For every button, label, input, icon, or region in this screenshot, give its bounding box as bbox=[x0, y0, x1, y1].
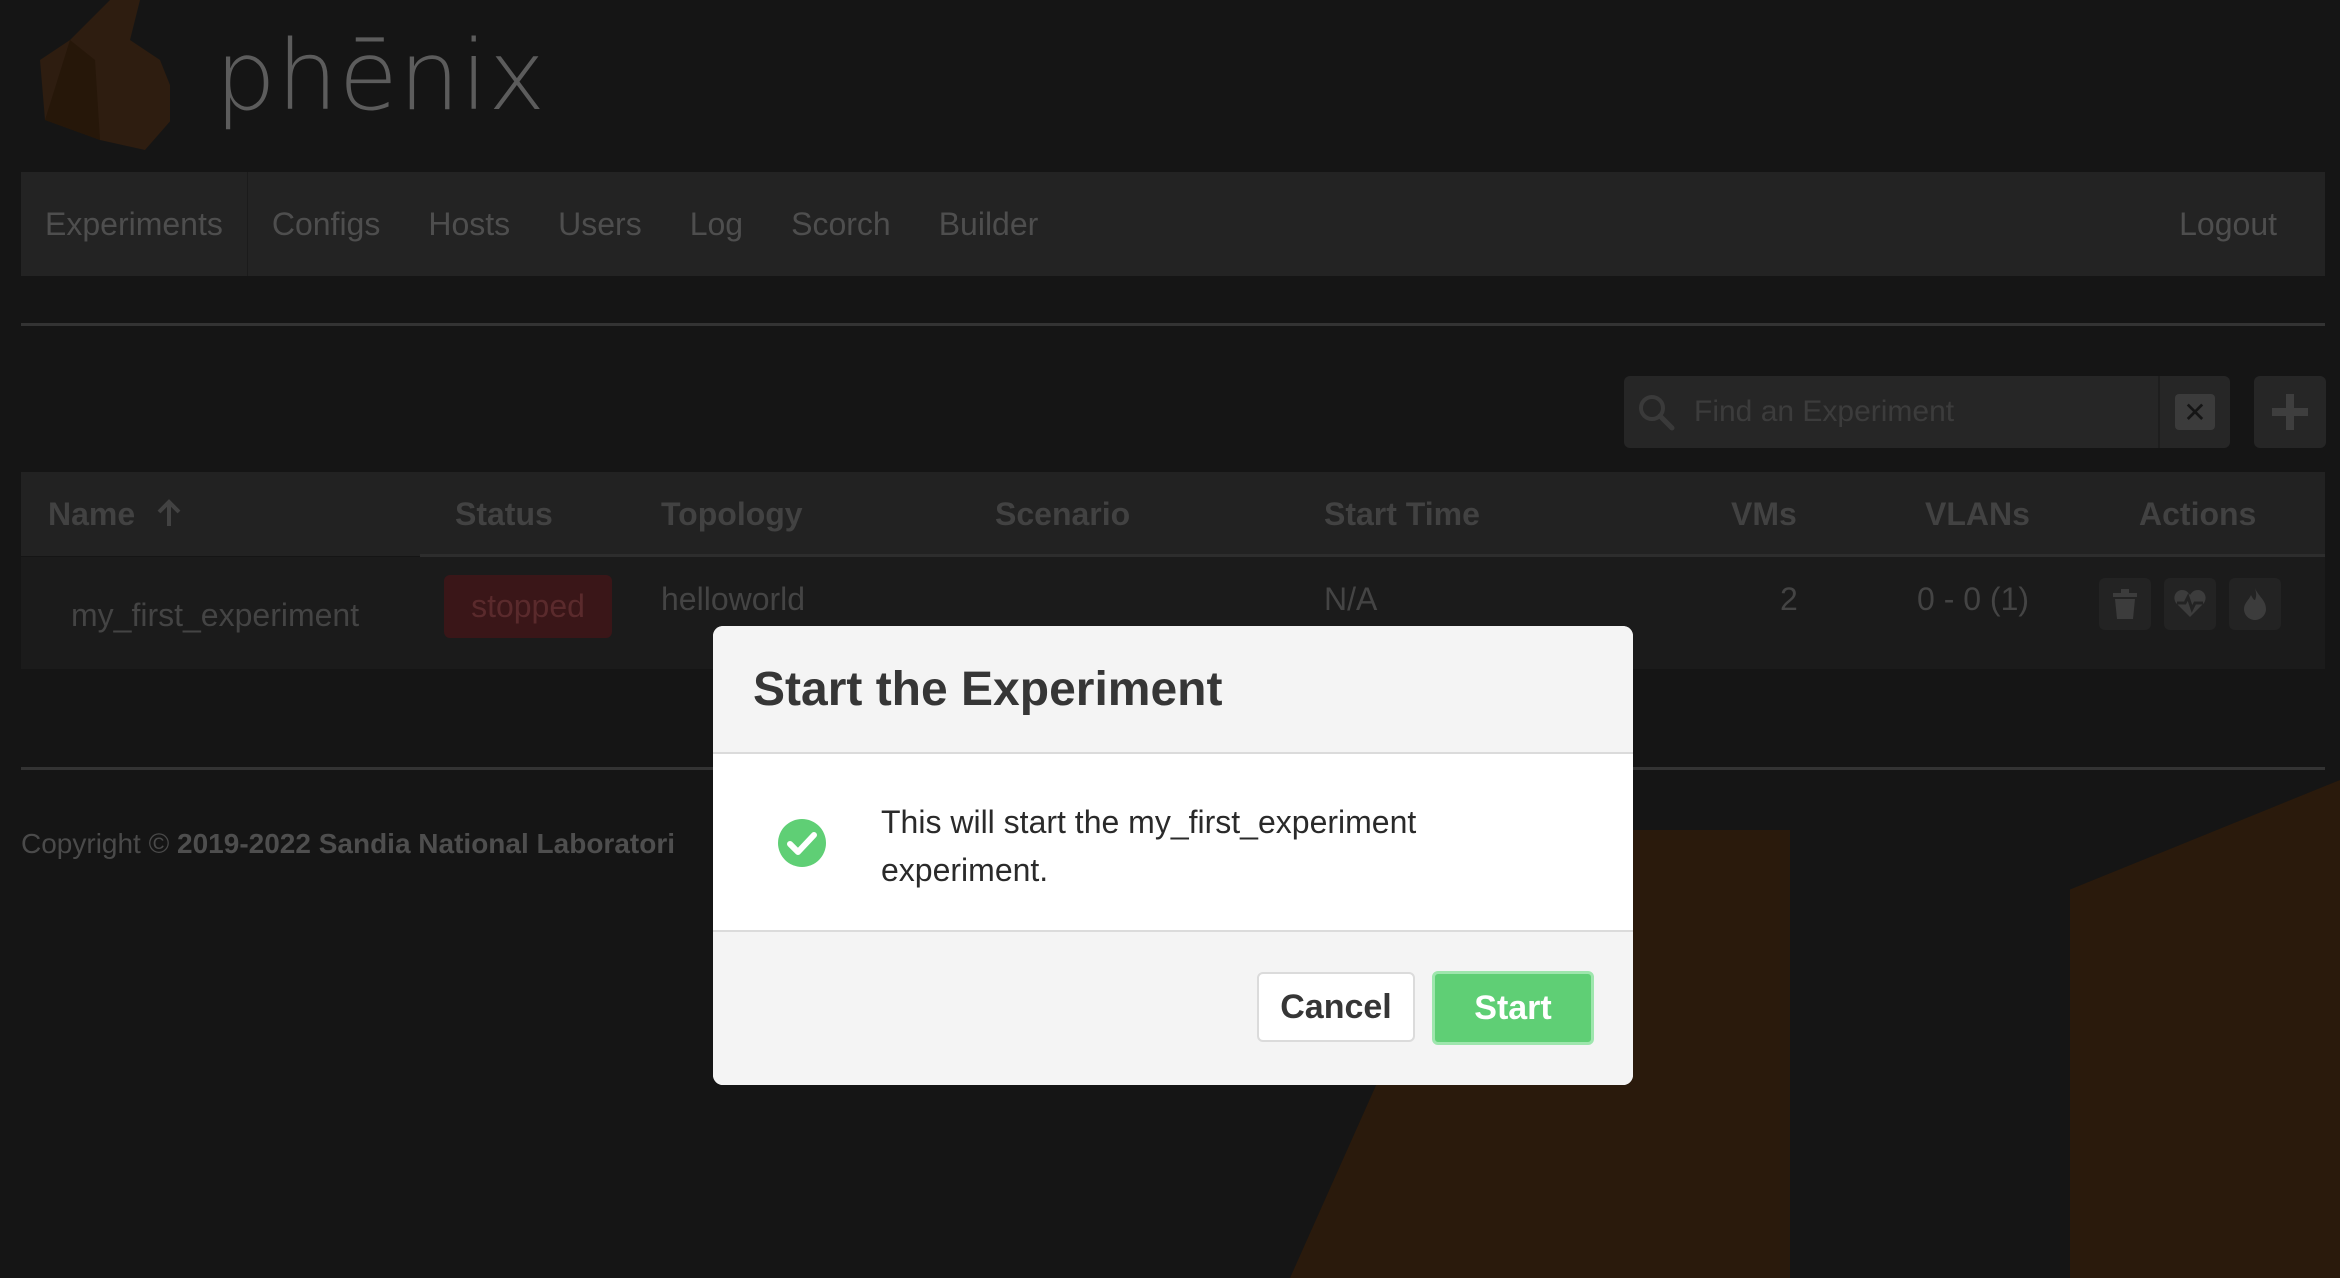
modal-message: This will start the my_first_experiment … bbox=[881, 798, 1561, 894]
burn-button[interactable] bbox=[2229, 578, 2281, 630]
cell-vms: 2 bbox=[1780, 581, 1798, 617]
page-root: phēnix Experiments Configs Hosts Users L… bbox=[0, 0, 2340, 1278]
sort-arrow-up-icon bbox=[157, 499, 181, 526]
cell-name[interactable]: my_first_experiment bbox=[71, 597, 359, 634]
app-logo-text: phēnix bbox=[215, 20, 547, 132]
modal-title: Start the Experiment bbox=[753, 662, 1223, 716]
nav-item-scorch[interactable]: Scorch bbox=[767, 172, 915, 276]
heartbeat-icon bbox=[2174, 590, 2206, 617]
start-experiment-modal: Start the Experiment This will start the… bbox=[713, 626, 1633, 1085]
column-header-vlans[interactable]: VLANs bbox=[1925, 472, 2030, 556]
trash-icon bbox=[2113, 589, 2137, 619]
column-header-vms[interactable]: VMs bbox=[1731, 472, 1797, 556]
cancel-button[interactable]: Cancel bbox=[1257, 972, 1415, 1042]
column-header-actions: Actions bbox=[2139, 496, 2257, 532]
logout-link[interactable]: Logout bbox=[2155, 172, 2325, 276]
column-header-topology[interactable]: Topology bbox=[661, 472, 803, 556]
nav-item-experiments[interactable]: Experiments bbox=[21, 172, 248, 276]
modal-footer: Cancel Start bbox=[713, 932, 1633, 1085]
nav-item-users[interactable]: Users bbox=[534, 172, 666, 276]
column-header-start-time[interactable]: Start Time bbox=[1324, 472, 1480, 556]
nav-item-hosts[interactable]: Hosts bbox=[404, 172, 534, 276]
copyright-text: Copyright © bbox=[21, 828, 170, 859]
start-button[interactable]: Start bbox=[1432, 971, 1594, 1045]
delete-button[interactable] bbox=[2099, 578, 2151, 630]
nav-item-builder[interactable]: Builder bbox=[915, 172, 1063, 276]
clear-search-button[interactable]: ✕ bbox=[2158, 376, 2230, 448]
search-box: Find an Experiment ✕ bbox=[1624, 376, 2230, 448]
cell-topology: helloworld bbox=[661, 581, 806, 617]
phenix-logo-icon bbox=[40, 0, 170, 150]
column-header-label: Name bbox=[48, 496, 136, 532]
nav-item-log[interactable]: Log bbox=[666, 172, 767, 276]
modal-header: Start the Experiment bbox=[713, 626, 1633, 754]
modal-body: This will start the my_first_experiment … bbox=[713, 754, 1633, 932]
check-circle-icon bbox=[778, 819, 826, 867]
footer: Copyright © 2019-2022 Sandia National La… bbox=[21, 828, 675, 860]
plus-icon bbox=[2272, 394, 2308, 430]
cell-vlans: 0 - 0 (1) bbox=[1917, 581, 2030, 617]
clear-icon: ✕ bbox=[2175, 394, 2215, 430]
modal-message-line: experiment. bbox=[881, 852, 1049, 888]
top-nav: Experiments Configs Hosts Users Log Scor… bbox=[21, 172, 2325, 276]
column-header-scenario[interactable]: Scenario bbox=[995, 472, 1130, 556]
search-icon bbox=[1624, 376, 1688, 448]
status-badge[interactable]: stopped bbox=[444, 575, 612, 638]
app-logo[interactable]: phēnix bbox=[40, 0, 545, 160]
search-input[interactable]: Find an Experiment bbox=[1688, 376, 2158, 448]
table-header: Name Status Topology Scenario Start Time… bbox=[21, 472, 2325, 556]
divider bbox=[21, 323, 2325, 326]
background-shape bbox=[2070, 780, 2340, 1278]
health-button[interactable] bbox=[2164, 578, 2216, 630]
flame-icon bbox=[2244, 588, 2266, 620]
nav-item-configs[interactable]: Configs bbox=[248, 172, 405, 276]
column-header-name[interactable]: Name bbox=[48, 472, 184, 556]
cell-start-time: N/A bbox=[1324, 581, 1378, 617]
modal-message-line: This will start the my_first_experiment bbox=[881, 804, 1417, 840]
copyright-holder: 2019-2022 Sandia National Laboratori bbox=[177, 828, 675, 859]
column-header-status[interactable]: Status bbox=[455, 472, 553, 556]
add-experiment-button[interactable] bbox=[2254, 376, 2326, 448]
